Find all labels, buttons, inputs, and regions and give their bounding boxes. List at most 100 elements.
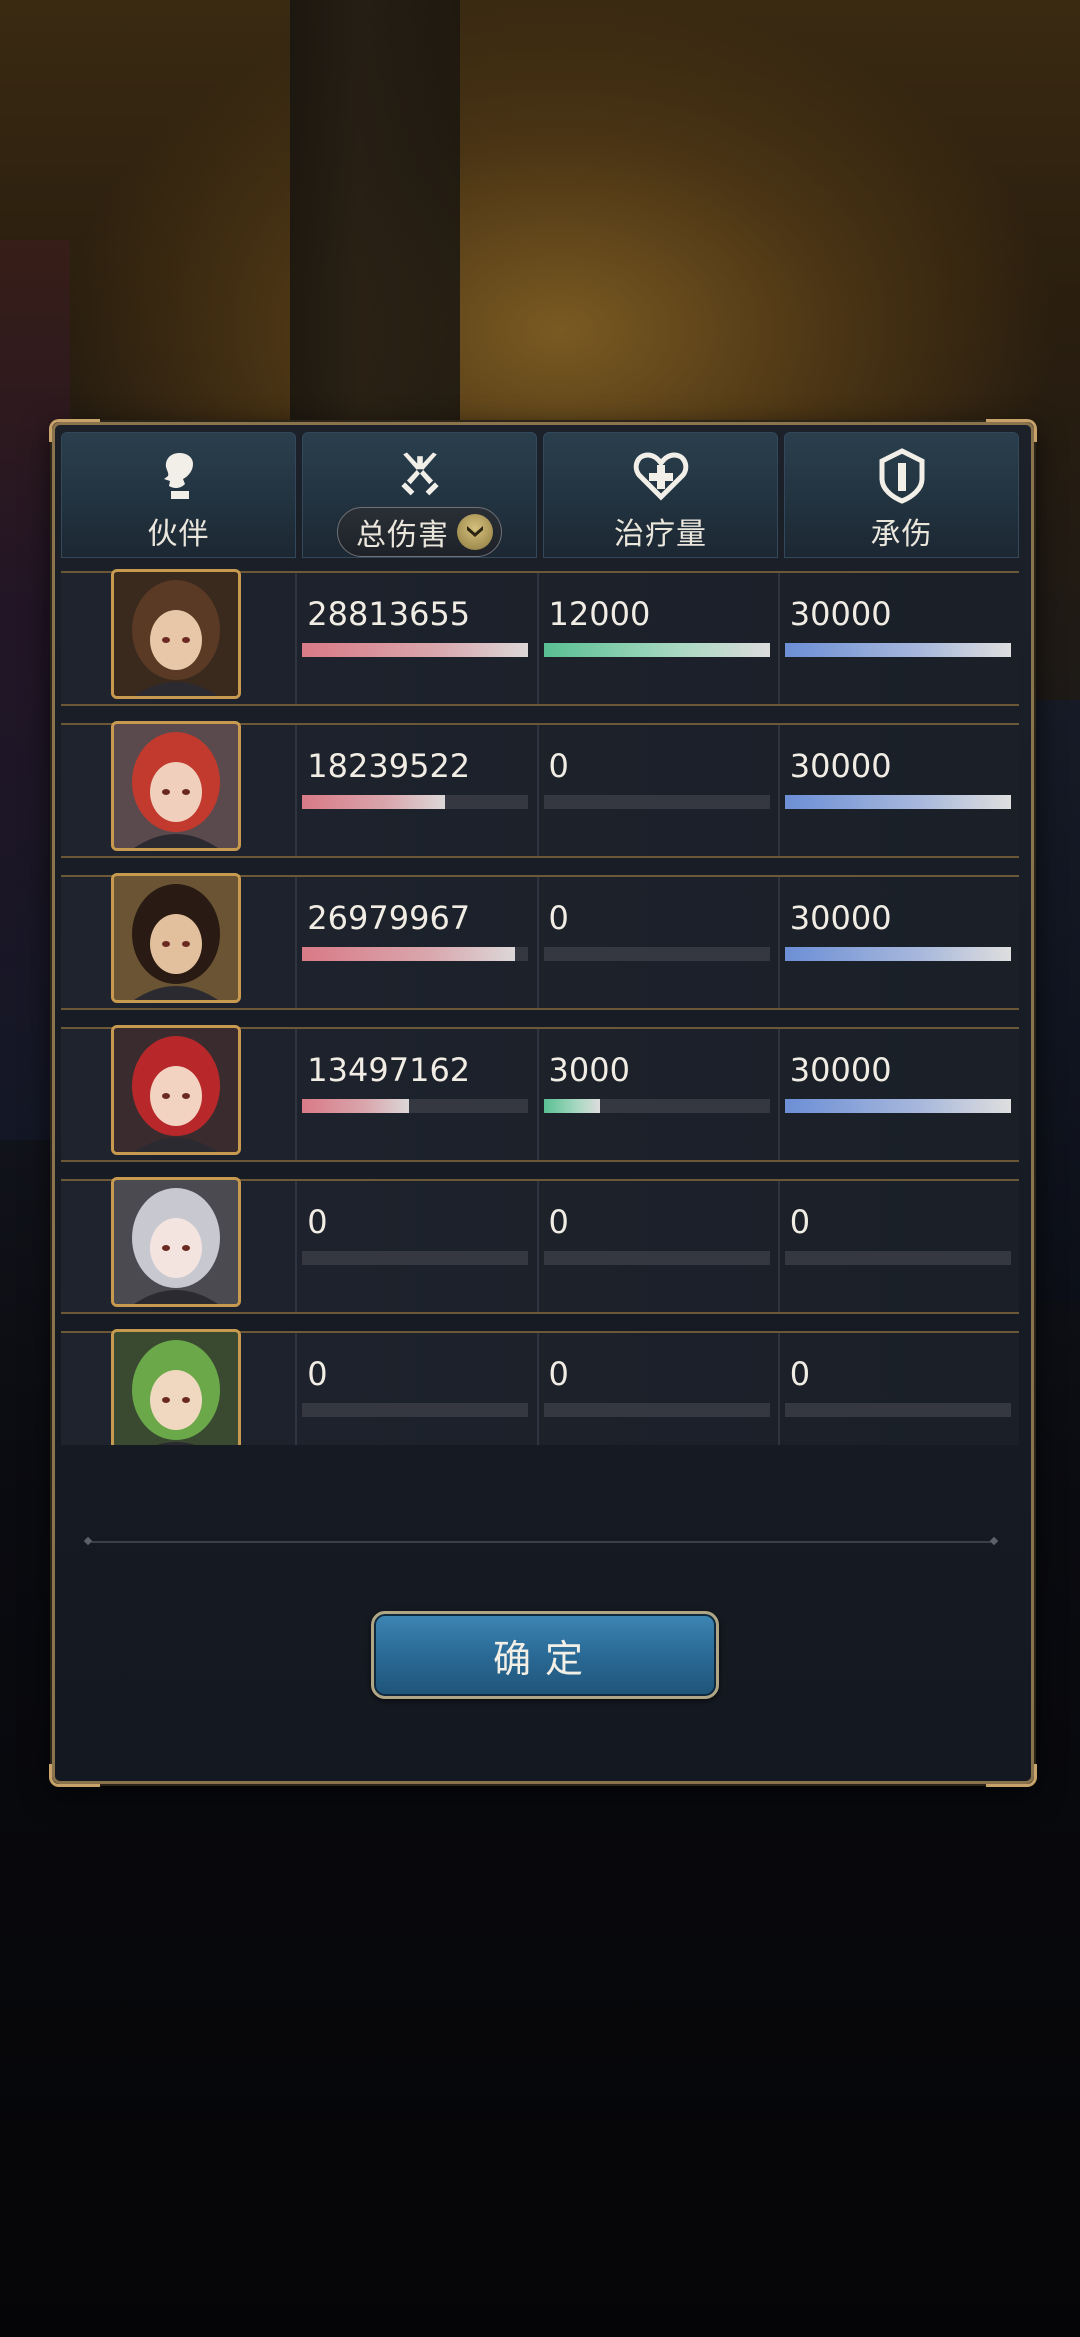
partner-stats-list[interactable]: 28813655 12000 30000 18239522 0 30000 26979967…: [61, 565, 1019, 1445]
damage-taken-cell: 0: [777, 1181, 1019, 1312]
partner-row: 0 0 0: [61, 1329, 1019, 1445]
damage-bar: [302, 1403, 529, 1417]
damage-bar: [302, 1099, 529, 1113]
healing-bar: [543, 795, 770, 809]
list-divider: [91, 1541, 991, 1543]
damage-taken-bar-fill: [784, 795, 1011, 809]
damage-bar: [302, 947, 529, 961]
damage-value: 28813655: [307, 595, 471, 633]
healing-value: 0: [548, 1355, 569, 1393]
damage-bar-fill: [302, 1099, 409, 1113]
confirm-button[interactable]: 确定: [371, 1611, 719, 1699]
healing-bar: [543, 643, 770, 657]
damage-taken-bar: [784, 795, 1011, 809]
healing-value: 0: [548, 899, 569, 937]
partner-row: 26979967 0 30000: [61, 873, 1019, 1010]
partner-row: 0 0 0: [61, 1177, 1019, 1314]
avatar-cell: [61, 1025, 295, 1160]
tab-damage-taken[interactable]: 承伤: [784, 432, 1019, 558]
partner-portrait[interactable]: [111, 569, 241, 699]
damage-bar: [302, 795, 529, 809]
damage-bar-fill: [302, 947, 515, 961]
tab-total-damage-label: 总伤害: [356, 518, 449, 553]
partner-portrait[interactable]: [111, 1329, 241, 1445]
damage-taken-bar: [784, 1251, 1011, 1265]
healing-bar: [543, 1251, 770, 1265]
damage-taken-value: 30000: [789, 747, 892, 785]
chevron-down-icon: [457, 514, 493, 550]
healing-cell: 0: [536, 725, 778, 856]
healing-cell: 0: [536, 877, 778, 1008]
damage-taken-cell: 30000: [777, 877, 1019, 1008]
tab-partner[interactable]: 伙伴: [61, 432, 296, 558]
avatar-cell: [61, 1329, 295, 1445]
healing-bar-fill: [543, 1099, 601, 1113]
healing-bar: [543, 1099, 770, 1113]
partner-portrait[interactable]: [111, 1025, 241, 1155]
partner-row: 28813655 12000 30000: [61, 569, 1019, 706]
avatar-cell: [61, 721, 295, 856]
healing-value: 12000: [548, 595, 651, 633]
avatar-cell: [61, 873, 295, 1008]
tab-damage-taken-label: 承伤: [870, 517, 933, 552]
healing-value: 3000: [548, 1051, 630, 1089]
damage-taken-cell: 30000: [777, 573, 1019, 704]
damage-taken-cell: 30000: [777, 1029, 1019, 1160]
damage-taken-bar-fill: [784, 643, 1011, 657]
damage-taken-bar-fill: [784, 1099, 1011, 1113]
damage-taken-bar: [784, 1403, 1011, 1417]
damage-cell: 26979967: [295, 877, 536, 1008]
damage-taken-bar: [784, 643, 1011, 657]
silhouette-icon: [163, 453, 193, 499]
battle-stats-panel: 伙伴 总伤害 治疗量 承伤 28813655 12000 30000 18239…: [49, 419, 1037, 1787]
heart-cross-icon: [633, 452, 688, 501]
partner-row: 13497162 3000 30000: [61, 1025, 1019, 1162]
healing-value: 0: [548, 747, 569, 785]
damage-cell: 28813655: [295, 573, 536, 704]
tab-total-damage[interactable]: 总伤害: [302, 432, 537, 558]
damage-cell: 13497162: [295, 1029, 536, 1160]
partner-portrait[interactable]: [111, 873, 241, 1003]
damage-value: 0: [307, 1355, 328, 1393]
crossed-swords-icon: [400, 452, 439, 496]
panel-corner-ornament: [49, 1764, 100, 1787]
healing-bar: [543, 1403, 770, 1417]
damage-cell: 0: [295, 1181, 536, 1312]
damage-cell: 18239522: [295, 725, 536, 856]
partner-portrait[interactable]: [111, 721, 241, 851]
sort-dropdown[interactable]: 总伤害: [337, 507, 502, 557]
damage-value: 18239522: [307, 747, 471, 785]
damage-taken-cell: 30000: [777, 725, 1019, 856]
healing-cell: 12000: [536, 573, 778, 704]
tab-partner-label: 伙伴: [147, 517, 210, 552]
damage-taken-value: 30000: [789, 595, 892, 633]
healing-bar: [543, 947, 770, 961]
damage-taken-value: 0: [789, 1355, 811, 1393]
healing-bar-fill: [543, 643, 770, 657]
damage-bar: [302, 643, 529, 657]
damage-value: 13497162: [307, 1051, 471, 1089]
damage-bar: [302, 1251, 529, 1265]
damage-taken-bar-fill: [784, 947, 1011, 961]
partner-portrait[interactable]: [111, 1177, 241, 1307]
damage-cell: 0: [295, 1333, 536, 1445]
avatar-cell: [61, 1177, 295, 1312]
stats-tab-bar: 伙伴 总伤害 治疗量 承伤: [61, 432, 1019, 558]
avatar-cell: [61, 569, 295, 704]
tab-healing[interactable]: 治疗量: [543, 432, 778, 558]
tab-healing-label: 治疗量: [614, 517, 707, 552]
healing-value: 0: [548, 1203, 569, 1241]
background-right-art: [1030, 700, 1080, 1300]
damage-taken-bar: [784, 947, 1011, 961]
damage-value: 26979967: [307, 899, 471, 937]
damage-bar-fill: [302, 643, 529, 657]
partner-row: 18239522 0 30000: [61, 721, 1019, 858]
shield-icon: [879, 448, 924, 504]
damage-taken-bar: [784, 1099, 1011, 1113]
healing-cell: 0: [536, 1181, 778, 1312]
damage-taken-value: 30000: [789, 899, 892, 937]
damage-bar-fill: [302, 795, 445, 809]
healing-cell: 0: [536, 1333, 778, 1445]
healing-cell: 3000: [536, 1029, 778, 1160]
damage-taken-cell: 0: [777, 1333, 1019, 1445]
